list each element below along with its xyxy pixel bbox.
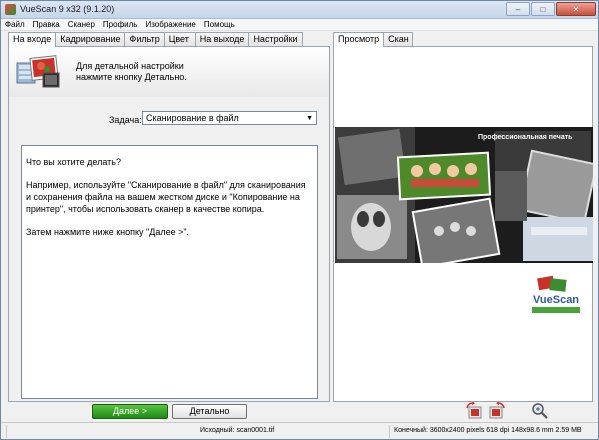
help-text-box: Что вы хотите делать? Например, использу… bbox=[21, 145, 318, 399]
preview-image[interactable]: Профессиональная печать bbox=[335, 127, 593, 263]
preview-panel: Профессиональная печать VueScan bbox=[333, 46, 593, 402]
tab-color[interactable]: Цвет bbox=[163, 32, 196, 46]
task-select-value: Сканирование в файл bbox=[146, 113, 239, 123]
title-bar: VueScan 9 x32 (9.1.20) – □ ✕ bbox=[1, 1, 598, 19]
status-divider bbox=[6, 425, 7, 438]
status-divider bbox=[389, 425, 390, 438]
vuescan-app-icon bbox=[5, 4, 16, 15]
menu-file[interactable]: Файл bbox=[1, 19, 29, 30]
intro-text: Для детальной настройки нажмите кнопку Д… bbox=[76, 61, 187, 83]
tab-scan[interactable]: Скан bbox=[383, 32, 414, 46]
task-select[interactable]: Сканирование в файл ▼ bbox=[142, 111, 317, 125]
tab-input[interactable]: На входе bbox=[8, 32, 57, 47]
maximize-button[interactable]: □ bbox=[531, 2, 555, 16]
rotate-left-icon[interactable] bbox=[465, 402, 483, 420]
menu-edit[interactable]: Правка bbox=[29, 19, 64, 30]
preview-caption: Профессиональная печать bbox=[478, 134, 573, 141]
svg-text:VueScan: VueScan bbox=[533, 294, 579, 306]
menu-profile[interactable]: Профиль bbox=[99, 19, 142, 30]
tab-filter[interactable]: Фильтр bbox=[124, 32, 165, 46]
close-button[interactable]: ✕ bbox=[556, 2, 596, 16]
task-label: Задача: bbox=[109, 115, 142, 125]
help-example: Например, используйте "Сканирование в фа… bbox=[26, 180, 306, 214]
right-tab-strip: Просмотр Скан bbox=[333, 32, 414, 47]
input-tab-panel: Для детальной настройки нажмите кнопку Д… bbox=[8, 46, 330, 402]
next-button[interactable]: Далее > bbox=[92, 404, 168, 419]
tab-output[interactable]: На выходе bbox=[194, 32, 250, 46]
source-file-status: Исходный: scan0001.tif bbox=[200, 427, 275, 434]
tab-crop[interactable]: Кадрирование bbox=[55, 32, 126, 46]
intro-line-1: Для детальной настройки bbox=[76, 61, 184, 71]
detail-button[interactable]: Детально bbox=[172, 404, 247, 419]
photo-collage-image bbox=[335, 127, 593, 263]
menu-help[interactable]: Помощь bbox=[200, 19, 239, 30]
app-window: VueScan 9 x32 (9.1.20) – □ ✕ Файл Правка… bbox=[0, 0, 599, 440]
left-tab-strip: На входе Кадрирование Фильтр Цвет На вых… bbox=[8, 32, 303, 47]
rotate-right-icon[interactable] bbox=[488, 402, 506, 420]
intro-line-2: нажмите кнопку Детально. bbox=[76, 72, 187, 82]
help-next-step: Затем нажмите ниже кнопку "Далее >". bbox=[26, 227, 190, 237]
help-question: Что вы хотите делать? bbox=[26, 157, 121, 167]
chevron-down-icon: ▼ bbox=[306, 115, 313, 122]
tab-preview[interactable]: Просмотр bbox=[333, 32, 385, 47]
intro-area: Для детальной настройки нажмите кнопку Д… bbox=[9, 47, 329, 97]
menu-image[interactable]: Изображение bbox=[141, 19, 199, 30]
tab-settings[interactable]: Настройки bbox=[248, 32, 303, 46]
window-title: VueScan 9 x32 (9.1.20) bbox=[20, 4, 115, 14]
menu-scanner[interactable]: Сканер bbox=[64, 19, 99, 30]
minimize-button[interactable]: – bbox=[506, 2, 530, 16]
output-info-status: Конечный: 3600x2400 pixels 618 dpi 148x9… bbox=[394, 427, 582, 434]
scanner-photos-icon bbox=[16, 55, 60, 88]
zoom-icon[interactable] bbox=[531, 402, 549, 420]
vuescan-logo: VueScan bbox=[532, 275, 580, 313]
menu-bar: Файл Правка Сканер Профиль Изображение П… bbox=[1, 19, 598, 31]
status-bar: Исходный: scan0001.tif Конечный: 3600x24… bbox=[1, 422, 598, 439]
